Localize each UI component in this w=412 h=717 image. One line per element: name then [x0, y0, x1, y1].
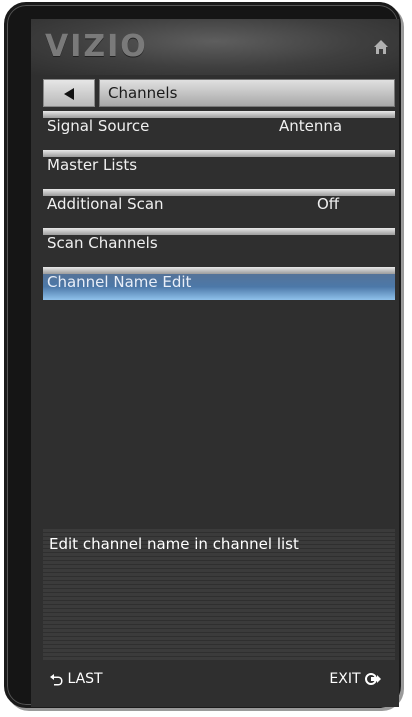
page-title: Channels: [99, 79, 395, 107]
exit-arrow-icon: [365, 673, 381, 685]
menu-item-label: Scan Channels: [47, 234, 158, 252]
menu-item-scan-channels[interactable]: Scan Channels: [43, 228, 395, 261]
brand-logo: VIZIO: [45, 29, 148, 64]
last-label: LAST: [67, 671, 103, 687]
home-icon[interactable]: [373, 39, 389, 55]
menu-item-label: Channel Name Edit: [47, 273, 192, 291]
menu-item-additional-scan[interactable]: Additional Scan Off: [43, 189, 395, 222]
menu-list: Signal Source Antenna Master Lists Addit…: [43, 111, 395, 306]
help-text: Edit channel name in channel list: [49, 535, 299, 553]
nav-row: Channels: [43, 79, 395, 107]
menu-item-signal-source[interactable]: Signal Source Antenna: [43, 111, 395, 144]
menu-item-label: Signal Source: [47, 117, 150, 135]
tv-remote-frame: VIZIO Channels Signal Source Antenna Mas…: [4, 2, 401, 708]
menu-item-label: Master Lists: [47, 156, 138, 174]
menu-item-label: Additional Scan: [47, 195, 164, 213]
menu-item-value: Antenna: [279, 117, 343, 135]
return-arrow-icon: [50, 674, 63, 686]
footer-bar: LAST EXIT: [31, 661, 399, 707]
last-button[interactable]: LAST: [49, 671, 103, 687]
exit-label: EXIT: [329, 671, 361, 687]
menu-screen: VIZIO Channels Signal Source Antenna Mas…: [31, 19, 399, 707]
exit-button[interactable]: EXIT: [329, 671, 381, 687]
left-triangle-icon: [64, 88, 74, 100]
menu-item-channel-name-edit[interactable]: Channel Name Edit: [43, 267, 395, 300]
menu-item-master-lists[interactable]: Master Lists: [43, 150, 395, 183]
back-button[interactable]: [43, 79, 95, 107]
top-bar: VIZIO: [31, 19, 399, 75]
menu-item-value: Off: [317, 195, 340, 213]
